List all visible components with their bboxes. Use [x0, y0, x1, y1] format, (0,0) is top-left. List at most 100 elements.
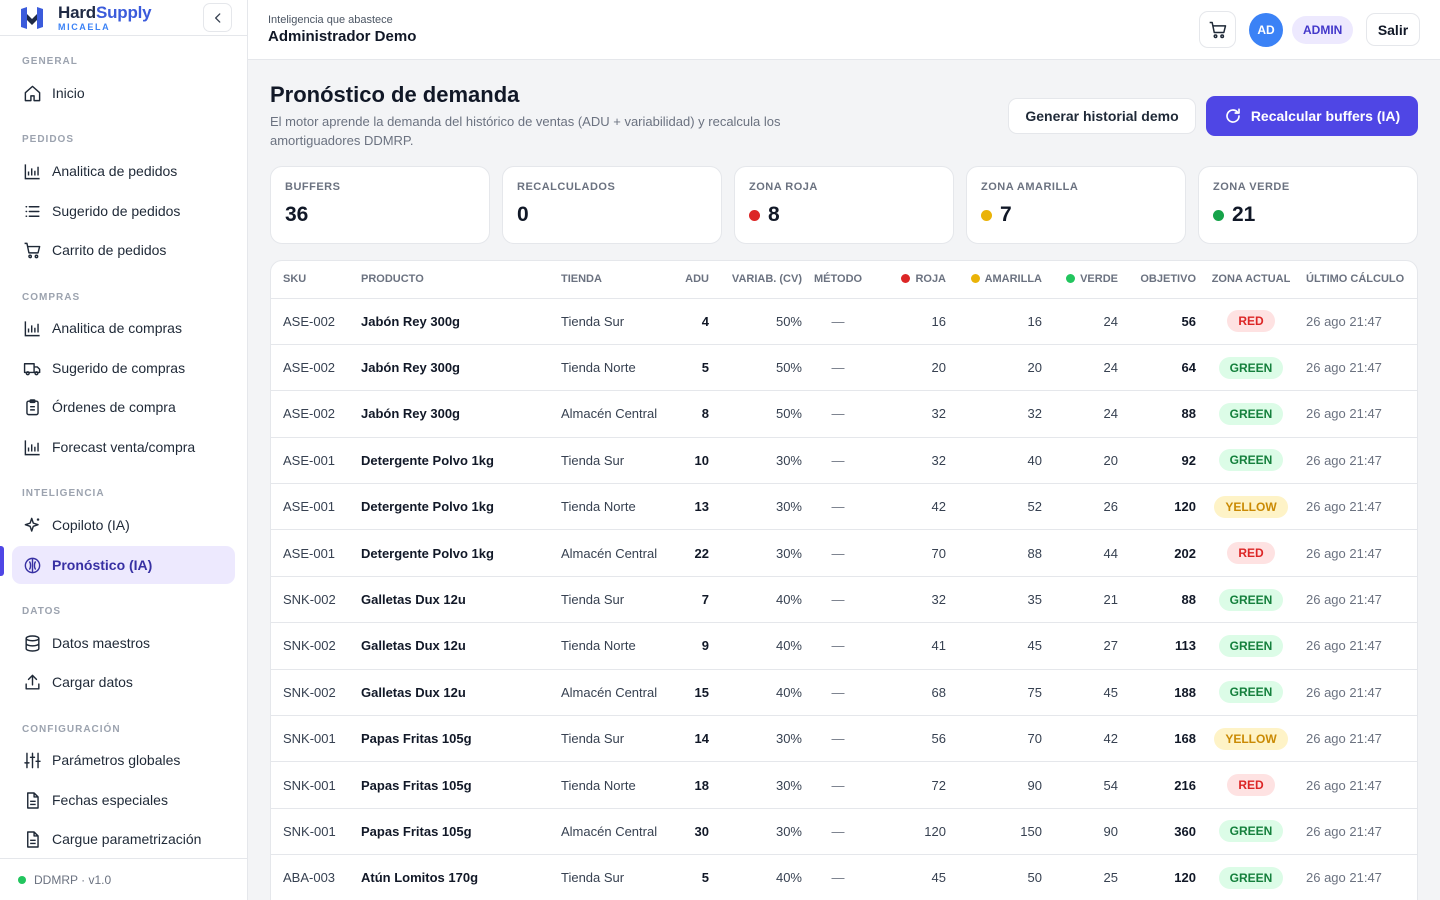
- table-row[interactable]: SNK-002 Galletas Dux 12u Tienda Sur 7 40% —32…: [271, 576, 1417, 624]
- cell-zona-actual: YELLOW: [1202, 715, 1300, 763]
- sidebar-item-analitica-compras[interactable]: Analitica de compras: [12, 309, 235, 347]
- col-header-tienda[interactable]: TIENDA: [555, 261, 667, 299]
- table-row[interactable]: SNK-002 Galletas Dux 12u Almacén Central 15…: [271, 669, 1417, 717]
- truck-icon: [22, 358, 42, 378]
- table-row[interactable]: ABA-003 Atún Lomitos 170g Tienda Sur 5 40% —4…: [271, 854, 1417, 900]
- cell-objetivo: 188: [1124, 669, 1202, 717]
- sidebar-item-pronostico[interactable]: Pronóstico (IA): [12, 546, 235, 584]
- sidebar-item-copiloto[interactable]: Copiloto (IA): [12, 506, 235, 544]
- cell-roja: 32: [868, 576, 952, 624]
- sidebar-item-sugerido-pedidos[interactable]: Sugerido de pedidos: [12, 192, 235, 230]
- sidebar-item-label: Pronóstico (IA): [52, 557, 153, 573]
- cell-amarilla: 20: [952, 344, 1048, 392]
- cell-metodo: —: [808, 576, 868, 624]
- cell-sku: ASE-002: [271, 390, 355, 438]
- col-header-zona-actual[interactable]: ZONA ACTUAL: [1202, 261, 1300, 299]
- col-header-roja[interactable]: ROJA: [868, 261, 952, 299]
- col-header-variab[interactable]: VARIAB. (CV): [715, 261, 808, 299]
- table-row[interactable]: SNK-002 Galletas Dux 12u Tienda Norte 9 40% —…: [271, 622, 1417, 670]
- sidebar-item-analitica-pedidos[interactable]: Analitica de pedidos: [12, 152, 235, 190]
- cell-metodo: —: [808, 669, 868, 717]
- sidebar-item-datos-maestros[interactable]: Datos maestros: [12, 624, 235, 662]
- stat-label: ZONA ROJA: [749, 181, 818, 193]
- list-icon: [22, 201, 42, 221]
- sidebar-item-label: Parámetros globales: [52, 752, 181, 768]
- cell-verde: 24: [1048, 390, 1124, 438]
- cell-verde: 27: [1048, 622, 1124, 670]
- stat-label: ZONA AMARILLA: [981, 181, 1079, 193]
- stat-label: RECALCULADOS: [517, 181, 616, 193]
- cell-ultimo-calculo: 26 ago 21:47: [1300, 437, 1417, 485]
- cell-adu: 18: [667, 761, 715, 809]
- col-header-metodo[interactable]: MÉTODO: [808, 261, 868, 299]
- cell-zona-actual: GREEN: [1202, 669, 1300, 717]
- cell-ultimo-calculo: 26 ago 21:47: [1300, 808, 1417, 856]
- table-row[interactable]: SNK-001 Papas Fritas 105g Tienda Norte 18 30…: [271, 761, 1417, 809]
- generate-demo-history-button[interactable]: Generar historial demo: [1008, 98, 1196, 134]
- cart-button[interactable]: [1199, 11, 1236, 48]
- col-header-objetivo[interactable]: OBJETIVO: [1124, 261, 1202, 299]
- col-header-verde[interactable]: VERDE: [1048, 261, 1124, 299]
- status-dot: [18, 875, 26, 884]
- cell-tienda: Almacén Central: [555, 669, 667, 717]
- col-header-producto[interactable]: PRODUCTO: [355, 261, 555, 299]
- cell-adu: 30: [667, 808, 715, 856]
- sidebar-item-ordenes-compra[interactable]: Órdenes de compra: [12, 388, 235, 426]
- cell-amarilla: 35: [952, 576, 1048, 624]
- cell-ultimo-calculo: 26 ago 21:47: [1300, 622, 1417, 670]
- avatar[interactable]: AD: [1249, 13, 1283, 47]
- cell-amarilla: 88: [952, 529, 1048, 577]
- cell-tienda: Tienda Sur: [555, 854, 667, 900]
- topbar-title: Administrador Demo: [268, 28, 417, 45]
- cell-producto: Galletas Dux 12u: [355, 669, 555, 717]
- sidebar: HardSupply MICAELA GENERAL Inicio PEDIDO…: [0, 0, 248, 900]
- table-row[interactable]: ASE-001 Detergente Polvo 1kg Tienda Norte 1…: [271, 483, 1417, 531]
- collapse-sidebar-button[interactable]: [203, 3, 232, 32]
- sidebar-item-fechas-especiales[interactable]: Fechas especiales: [12, 781, 235, 819]
- red-dot-icon: [749, 209, 760, 221]
- col-header-amarilla[interactable]: AMARILLA: [952, 261, 1048, 299]
- cell-producto: Papas Fritas 105g: [355, 715, 555, 763]
- cell-sku: ASE-001: [271, 483, 355, 531]
- cell-producto: Galletas Dux 12u: [355, 622, 555, 670]
- sidebar-item-label: Sugerido de pedidos: [52, 203, 181, 219]
- recalculate-buffers-button[interactable]: Recalcular buffers (IA): [1206, 96, 1418, 136]
- cell-zona-actual: GREEN: [1202, 622, 1300, 670]
- cell-roja: 20: [868, 344, 952, 392]
- logout-button[interactable]: Salir: [1366, 13, 1420, 46]
- sidebar-item-sugerido-compras[interactable]: Sugerido de compras: [12, 349, 235, 387]
- cell-metodo: —: [808, 298, 868, 345]
- nav-section-datos: DATOS: [22, 606, 62, 617]
- sidebar-item-label: Analitica de pedidos: [52, 163, 178, 179]
- cell-zona-actual: GREEN: [1202, 576, 1300, 624]
- col-header-sku[interactable]: SKU: [271, 261, 355, 299]
- stat-value: 21: [1213, 203, 1255, 227]
- sidebar-item-carrito-pedidos[interactable]: Carrito de pedidos: [12, 231, 235, 269]
- table-row[interactable]: SNK-001 Papas Fritas 105g Almacén Central 3…: [271, 808, 1417, 856]
- table-row[interactable]: ASE-001 Detergente Polvo 1kg Almacén Centr…: [271, 529, 1417, 577]
- cell-objetivo: 88: [1124, 576, 1202, 624]
- cell-amarilla: 90: [952, 761, 1048, 809]
- sidebar-item-parametros[interactable]: Parámetros globales: [12, 741, 235, 779]
- cell-producto: Atún Lomitos 170g: [355, 854, 555, 900]
- cell-verde: 42: [1048, 715, 1124, 763]
- table-row[interactable]: ASE-002 Jabón Rey 300g Almacén Central 8 50%…: [271, 390, 1417, 438]
- cell-objetivo: 216: [1124, 761, 1202, 809]
- sidebar-item-inicio[interactable]: Inicio: [12, 74, 235, 112]
- col-header-ultimo-calculo[interactable]: ÚLTIMO CÁLCULO: [1300, 261, 1417, 299]
- col-header-adu[interactable]: ADU: [667, 261, 715, 299]
- zone-badge: GREEN: [1218, 634, 1284, 657]
- table-row[interactable]: ASE-002 Jabón Rey 300g Tienda Norte 5 50% —20…: [271, 344, 1417, 392]
- cell-sku: SNK-002: [271, 669, 355, 717]
- cell-metodo: —: [808, 529, 868, 577]
- sidebar-item-cargue-parametrizacion[interactable]: Cargue parametrización: [12, 820, 235, 858]
- table-row[interactable]: ASE-001 Detergente Polvo 1kg Tienda Sur 10 3…: [271, 437, 1417, 485]
- sidebar-item-forecast[interactable]: Forecast venta/compra: [12, 428, 235, 466]
- cell-verde: 25: [1048, 854, 1124, 900]
- cell-producto: Papas Fritas 105g: [355, 808, 555, 856]
- zone-badge: GREEN: [1218, 820, 1284, 843]
- table-row[interactable]: SNK-001 Papas Fritas 105g Tienda Sur 14 30% —…: [271, 715, 1417, 763]
- table-row[interactable]: ASE-002 Jabón Rey 300g Tienda Sur 4 50% —16 16…: [271, 298, 1417, 345]
- sidebar-item-cargar-datos[interactable]: Cargar datos: [12, 663, 235, 701]
- nav-section-pedidos: PEDIDOS: [22, 134, 75, 145]
